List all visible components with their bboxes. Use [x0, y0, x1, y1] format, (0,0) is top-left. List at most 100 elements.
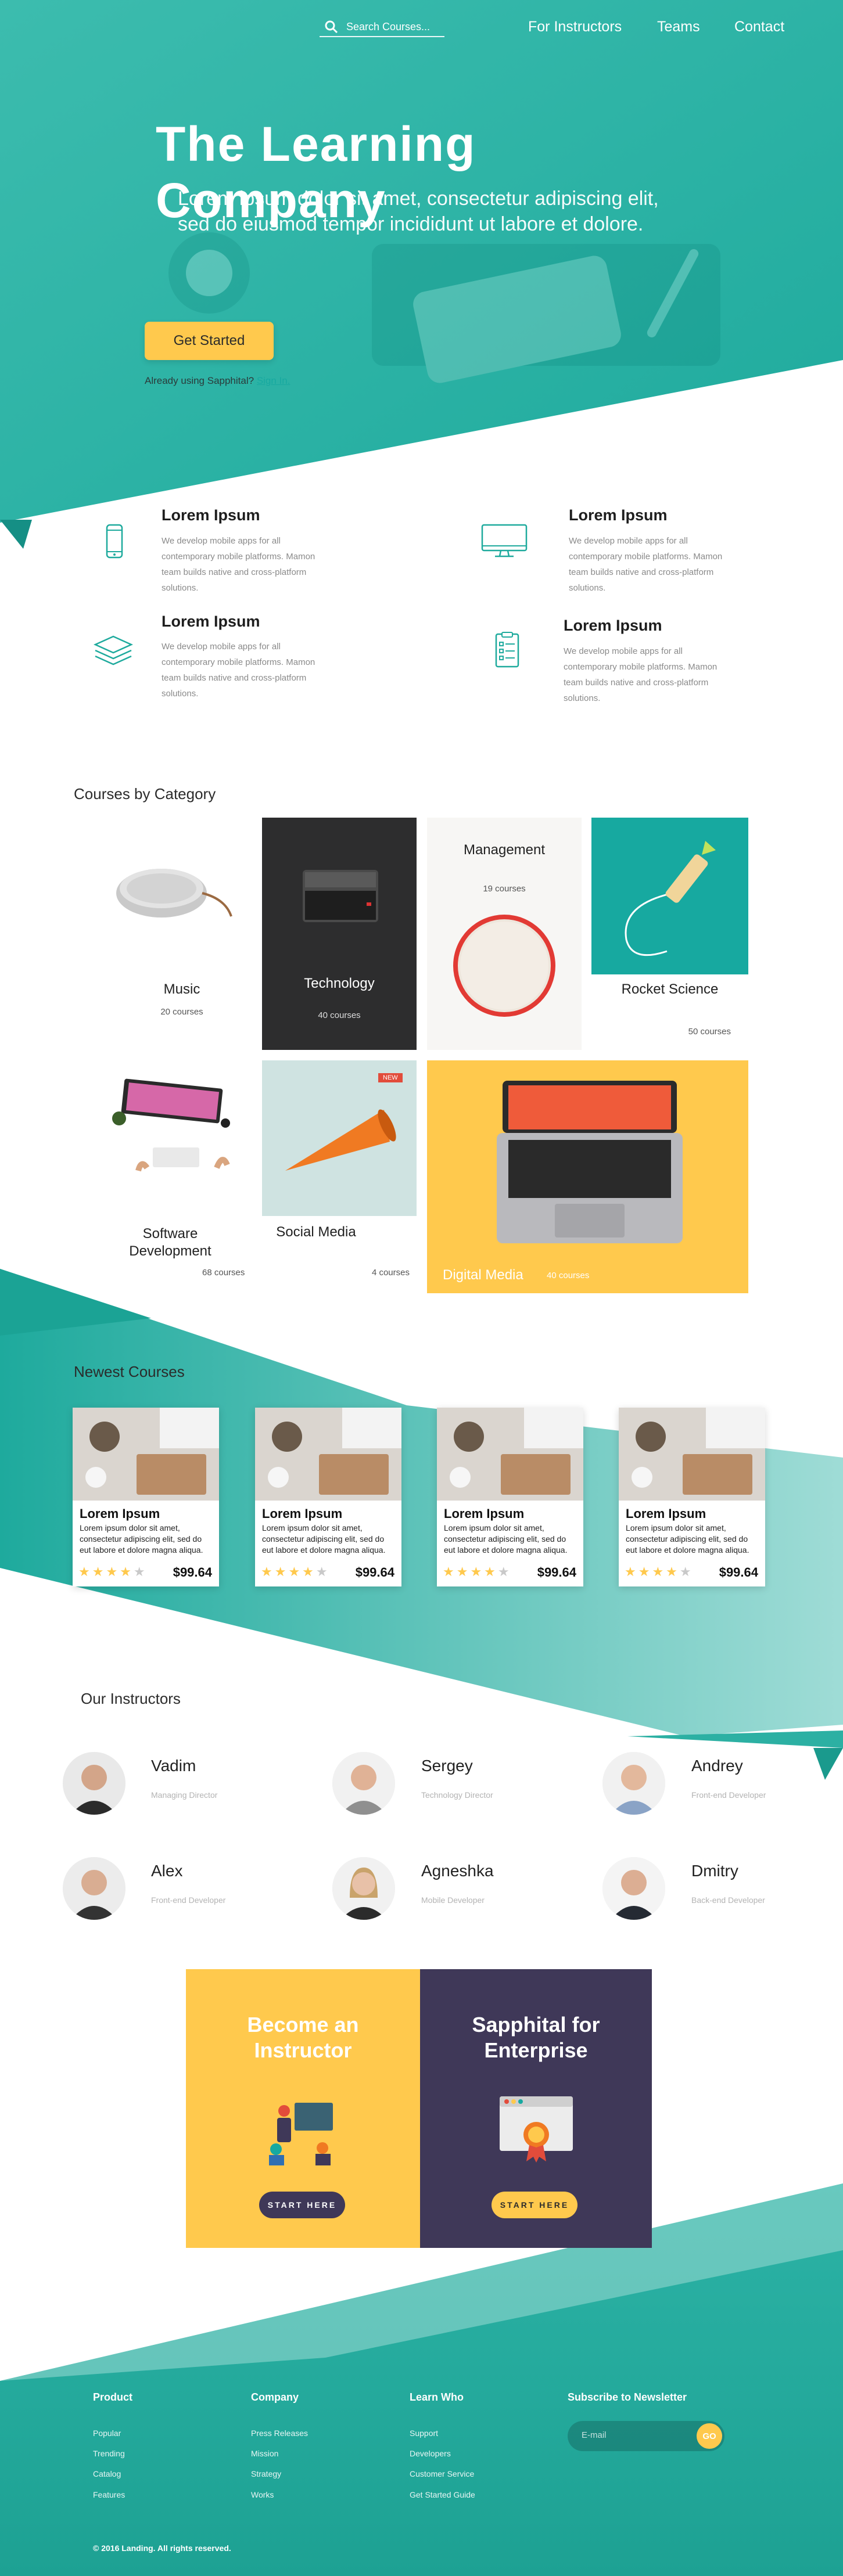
sign-in-link[interactable]: Sign In.: [257, 375, 290, 386]
course-price: $99.64: [355, 1565, 394, 1580]
nav-link-teams[interactable]: Teams: [657, 19, 700, 35]
category-technology[interactable]: Technology 40 courses: [262, 818, 417, 1050]
footer-link[interactable]: Support: [410, 2429, 438, 2438]
get-started-button[interactable]: Get Started: [145, 322, 274, 360]
feature-text: We develop mobile apps for all contempor…: [162, 536, 315, 593]
feature-text: We develop mobile apps for all contempor…: [564, 646, 718, 703]
category-music[interactable]: Music 20 courses: [106, 818, 257, 1050]
avatar: [63, 1752, 125, 1815]
course-price: $99.64: [173, 1565, 212, 1580]
search-bar[interactable]: [320, 17, 444, 37]
category-count: 4 courses: [371, 1268, 410, 1278]
instructor-role: Front-end Developer: [691, 1790, 766, 1800]
category-name: Rocket Science: [621, 981, 719, 997]
course-card[interactable]: Lorem Ipsum Lorem ipsum dolor sit amet, …: [73, 1408, 219, 1586]
workspace-image: [112, 1078, 230, 1172]
teacher-illustration-icon: [269, 2103, 333, 2165]
rating-stars: ★★★★★: [443, 1564, 512, 1579]
course-description: Lorem ipsum dolor sit amet, consectetur …: [444, 1523, 568, 1555]
sign-in-prompt: Already using Sapphital? Sign In.: [145, 375, 290, 387]
avatar: [602, 1857, 665, 1920]
search-input[interactable]: [346, 20, 439, 33]
nav-link-for-instructors[interactable]: For Instructors: [528, 19, 622, 35]
avatar: [332, 1752, 395, 1815]
course-image: [73, 1408, 219, 1501]
category-name: Management: [463, 842, 546, 858]
category-software-development[interactable]: Software Development 68 courses: [106, 1060, 257, 1287]
rating-stars: ★★★★★: [625, 1564, 694, 1579]
course-title: Lorem Ipsum: [80, 1506, 160, 1521]
instructor-role: Back-end Developer: [691, 1895, 765, 1905]
become-instructor-panel: Become an Instructor START HERE: [186, 1969, 420, 2248]
laptop-image: [497, 1081, 683, 1243]
footer-heading-product: Product: [93, 2391, 133, 2403]
course-price: $99.64: [537, 1565, 576, 1580]
footer-link[interactable]: Trending: [93, 2449, 125, 2458]
category-social-media[interactable]: NEW Social Media 4 courses: [262, 1060, 417, 1287]
hero-corner-triangle: [0, 520, 32, 549]
copyright: © 2016 Landing. All rights reserved.: [93, 2543, 231, 2553]
category-count: 40 courses: [318, 1010, 361, 1020]
course-image: [619, 1408, 765, 1501]
category-count: 20 courses: [160, 1007, 203, 1017]
drum-image: [453, 915, 555, 1017]
footer-link[interactable]: Press Releases: [251, 2429, 308, 2438]
footer-link[interactable]: Strategy: [251, 2469, 281, 2478]
nav-link-contact[interactable]: Contact: [734, 19, 784, 35]
category-name: Technology: [304, 976, 375, 991]
feature-text: We develop mobile apps for all contempor…: [162, 642, 315, 699]
smartphone-icon: [106, 524, 123, 559]
footer-link[interactable]: Popular: [93, 2429, 121, 2438]
categories-title: Courses by Category: [74, 785, 216, 803]
speaker-image: [116, 869, 232, 918]
course-image: [255, 1408, 401, 1501]
cta-title: Become an Instructor: [247, 2013, 359, 2062]
footer-link[interactable]: Features: [93, 2490, 125, 2499]
course-title: Lorem Ipsum: [626, 1506, 706, 1521]
newsletter-email-input[interactable]: [582, 2430, 686, 2440]
footer-link[interactable]: Catalog: [93, 2469, 121, 2478]
already-using-text: Already using Sapphital?: [145, 375, 254, 386]
avatar: [332, 1857, 395, 1920]
category-management[interactable]: Management 19 courses: [427, 818, 582, 1050]
category-rocket-science[interactable]: Rocket Science 50 courses: [591, 818, 748, 1050]
instructor-role: Mobile Developer: [421, 1895, 485, 1905]
course-card[interactable]: Lorem Ipsum Lorem ipsum dolor sit amet, …: [255, 1408, 401, 1586]
rocket-image: [591, 818, 748, 974]
layers-icon: [93, 635, 134, 665]
instructor-role: Front-end Developer: [151, 1895, 226, 1905]
search-icon: [325, 20, 338, 34]
category-digital-media[interactable]: Digital Media 40 courses: [427, 1060, 748, 1293]
monitor-icon: [481, 524, 528, 557]
course-image: [437, 1408, 583, 1501]
category-name: Software Development: [129, 1226, 211, 1259]
instructor-name: Vadim: [151, 1757, 196, 1775]
course-description: Lorem ipsum dolor sit amet, consectetur …: [80, 1523, 203, 1555]
course-title: Lorem Ipsum: [444, 1506, 525, 1521]
footer-link[interactable]: Developers: [410, 2449, 451, 2458]
category-count: 40 courses: [547, 1271, 590, 1280]
instructor-name: Andrey: [691, 1757, 743, 1775]
feature-title: Lorem Ipsum: [162, 506, 260, 524]
become-instructor-start-button[interactable]: START HERE: [259, 2192, 345, 2218]
footer-link[interactable]: Get Started Guide: [410, 2490, 475, 2499]
feature-title: Lorem Ipsum: [162, 613, 260, 630]
footer-heading-learn-who: Learn Who: [410, 2391, 464, 2403]
footer-link[interactable]: Works: [251, 2490, 274, 2499]
enterprise-panel: Sapphital for Enterprise START HERE: [420, 1969, 652, 2248]
course-card[interactable]: Lorem Ipsum Lorem ipsum dolor sit amet, …: [437, 1408, 583, 1586]
cta-title: Sapphital for Enterprise: [472, 2013, 600, 2062]
category-name: Digital Media: [443, 1267, 523, 1283]
footer-link[interactable]: Mission: [251, 2449, 278, 2458]
footer-link[interactable]: Customer Service: [410, 2469, 474, 2478]
course-description: Lorem ipsum dolor sit amet, consectetur …: [626, 1523, 749, 1555]
checklist-icon: [495, 632, 519, 668]
newsletter-form: GO: [568, 2421, 724, 2451]
newsletter-submit-button[interactable]: GO: [697, 2423, 722, 2449]
category-name: Social Media: [276, 1224, 356, 1240]
avatar: [63, 1857, 125, 1920]
enterprise-start-button[interactable]: START HERE: [492, 2192, 577, 2218]
megaphone-image: [262, 1060, 417, 1216]
course-card[interactable]: Lorem Ipsum Lorem ipsum dolor sit amet, …: [619, 1408, 765, 1586]
avatar: [602, 1752, 665, 1815]
